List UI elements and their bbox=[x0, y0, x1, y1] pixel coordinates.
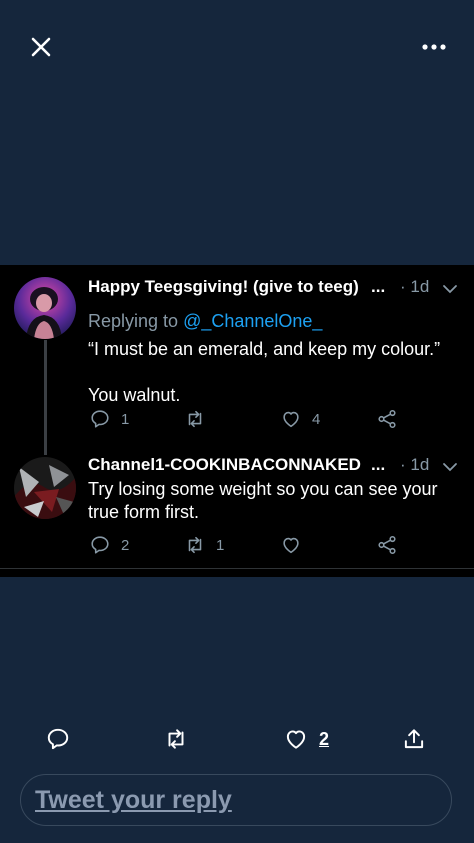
chevron-down-icon[interactable] bbox=[442, 460, 458, 472]
retweet-button[interactable] bbox=[163, 726, 189, 752]
retweet-count: 1 bbox=[216, 536, 225, 554]
name-truncation: ... bbox=[371, 277, 386, 296]
like-count[interactable]: 2 bbox=[319, 729, 329, 750]
more-options-icon[interactable] bbox=[420, 36, 448, 58]
share-button[interactable] bbox=[376, 533, 398, 557]
tweet-text-line-1: “I must be an emerald, and keep my colou… bbox=[88, 339, 441, 359]
retweet-icon bbox=[188, 536, 202, 554]
like-button[interactable]: 4 bbox=[280, 407, 320, 431]
replying-to-prefix: Replying to bbox=[88, 311, 184, 331]
reply-count: 1 bbox=[121, 410, 130, 428]
reply-button[interactable]: 1 bbox=[89, 407, 129, 431]
reply-bubble-icon bbox=[47, 728, 69, 750]
share-button[interactable] bbox=[376, 407, 398, 431]
reply-bubble-icon bbox=[91, 410, 109, 428]
share-icon bbox=[378, 409, 396, 429]
reply-button[interactable]: 2 bbox=[89, 533, 129, 557]
timestamp[interactable]: · 1d bbox=[400, 455, 429, 475]
replying-to: Replying to @_ChannelOne_ bbox=[88, 311, 322, 332]
like-button[interactable] bbox=[280, 533, 312, 557]
reply-bubble-icon bbox=[91, 536, 109, 554]
replying-to-handle[interactable]: @_ChannelOne_ bbox=[183, 311, 322, 331]
thread-divider bbox=[0, 568, 474, 569]
display-name[interactable]: Channel1-COOKINBACONNAKED bbox=[88, 455, 361, 475]
chevron-down-icon[interactable] bbox=[442, 282, 458, 294]
retweet-icon bbox=[168, 729, 184, 749]
tweet-text-line-2: true form first. bbox=[88, 502, 200, 522]
upload-share-icon bbox=[404, 729, 424, 749]
share-button[interactable] bbox=[401, 726, 427, 752]
retweet-icon bbox=[188, 410, 202, 428]
retweet-button[interactable] bbox=[184, 407, 216, 431]
top-bar bbox=[0, 0, 474, 96]
like-count: 4 bbox=[312, 410, 321, 428]
reply-button[interactable] bbox=[45, 726, 71, 752]
heart-icon bbox=[286, 730, 306, 749]
thread-connector-line bbox=[44, 340, 47, 455]
name-truncation: ... bbox=[371, 455, 386, 474]
avatar[interactable] bbox=[14, 457, 76, 519]
avatar[interactable] bbox=[14, 277, 76, 339]
close-icon[interactable] bbox=[28, 34, 54, 60]
heart-icon bbox=[283, 537, 299, 554]
like-button[interactable]: 2 bbox=[283, 726, 329, 752]
tweet-text-line-2: You walnut. bbox=[88, 385, 181, 405]
timestamp[interactable]: · 1d bbox=[400, 277, 429, 297]
display-name[interactable]: Happy Teegsgiving! (give to teeg) bbox=[88, 277, 359, 297]
bottom-action-bar: 2 bbox=[0, 720, 474, 760]
reply-placeholder: Tweet your reply bbox=[35, 786, 232, 814]
reply-input[interactable]: Tweet your reply bbox=[20, 774, 452, 826]
reply-count: 2 bbox=[121, 536, 130, 554]
share-icon bbox=[378, 535, 396, 555]
tweet-text-line-1: Try losing some weight so you can see yo… bbox=[88, 479, 438, 499]
heart-icon bbox=[283, 411, 299, 428]
retweet-button[interactable]: 1 bbox=[184, 533, 224, 557]
